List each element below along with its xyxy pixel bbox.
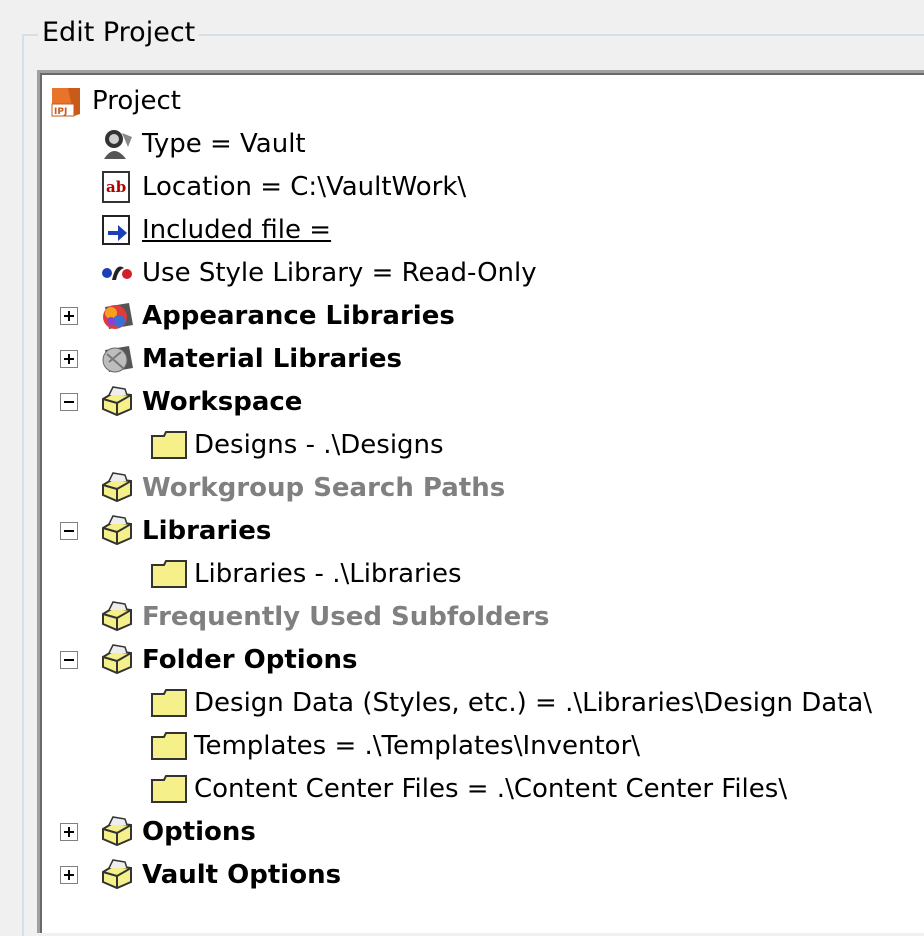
tree-node-label: Use Style Library = Read-Only bbox=[142, 258, 537, 288]
tree-node-label: Folder Options bbox=[142, 645, 358, 675]
expand-material-button[interactable] bbox=[60, 350, 78, 368]
folder-box-icon bbox=[98, 599, 136, 635]
tree-node-label: Content Center Files = .\Content Center … bbox=[194, 774, 788, 804]
folder-box-icon bbox=[98, 642, 136, 678]
tree-node-label: Frequently Used Subfolders bbox=[142, 602, 550, 632]
style-library-icon bbox=[98, 255, 136, 291]
svg-text:IPJ: IPJ bbox=[54, 107, 67, 117]
folder-icon bbox=[150, 685, 188, 721]
text-field-ab-icon: ab bbox=[98, 169, 136, 205]
folder-icon bbox=[150, 556, 188, 592]
tree-node-libraries-path[interactable]: Libraries - .\Libraries bbox=[150, 554, 462, 594]
tree-node-libraries[interactable]: Libraries bbox=[98, 511, 271, 551]
tree-node-workspace[interactable]: Workspace bbox=[98, 382, 302, 422]
tree-node-label: Templates = .\Templates\Inventor\ bbox=[194, 731, 641, 761]
tree-node-options[interactable]: Options bbox=[98, 812, 256, 852]
tree-node-included-file[interactable]: Included file = bbox=[98, 210, 331, 250]
tree-node-material-libraries[interactable]: Material Libraries bbox=[98, 339, 402, 379]
tree-node-label: Vault Options bbox=[142, 860, 342, 890]
tree-node-label: Options bbox=[142, 817, 256, 847]
tree-node-content-center[interactable]: Content Center Files = .\Content Center … bbox=[150, 769, 787, 809]
folder-box-icon bbox=[98, 814, 136, 850]
tree-node-label: Workspace bbox=[142, 387, 303, 417]
tree-node-label: Type = Vault bbox=[142, 129, 306, 159]
expand-options-button[interactable] bbox=[60, 823, 78, 841]
tree-node-label: Location = C:\VaultWork\ bbox=[142, 172, 467, 202]
folder-box-icon bbox=[98, 384, 136, 420]
tree-node-type[interactable]: Type = Vault bbox=[98, 124, 306, 164]
expand-vault-options-button[interactable] bbox=[60, 866, 78, 884]
tree-node-label: Libraries - .\Libraries bbox=[194, 559, 462, 589]
folder-icon bbox=[150, 728, 188, 764]
collapse-libraries-button[interactable] bbox=[60, 522, 78, 540]
folder-box-icon bbox=[98, 513, 136, 549]
tree-node-project[interactable]: IPJ Project bbox=[48, 81, 181, 121]
tree-node-designs[interactable]: Designs - .\Designs bbox=[150, 425, 444, 465]
tree-node-vault-options[interactable]: Vault Options bbox=[98, 855, 341, 895]
groupbox-title: Edit Project bbox=[38, 16, 200, 50]
tree-node-label: Designs - .\Designs bbox=[194, 430, 444, 460]
tree-node-folder-options[interactable]: Folder Options bbox=[98, 640, 358, 680]
ipj-project-icon: IPJ bbox=[48, 83, 86, 119]
tree-node-label: Project bbox=[92, 86, 181, 116]
expand-appearance-button[interactable] bbox=[60, 307, 78, 325]
folder-icon bbox=[150, 771, 188, 807]
tree-node-label: Workgroup Search Paths bbox=[142, 473, 506, 503]
tree-node-label: Included file = bbox=[142, 215, 332, 245]
appearance-sphere-icon bbox=[98, 298, 136, 334]
tree-node-workgroup-search-paths[interactable]: Workgroup Search Paths bbox=[98, 468, 505, 508]
tree-node-style-library[interactable]: Use Style Library = Read-Only bbox=[98, 253, 537, 293]
project-tree[interactable]: IPJ Project Type = Vault ab Location = C… bbox=[37, 70, 924, 933]
collapse-workspace-button[interactable] bbox=[60, 393, 78, 411]
collapse-folder-options-button[interactable] bbox=[60, 651, 78, 669]
folder-box-icon bbox=[98, 857, 136, 893]
tree-node-design-data[interactable]: Design Data (Styles, etc.) = .\Libraries… bbox=[150, 683, 872, 723]
tree-node-label: Material Libraries bbox=[142, 344, 403, 374]
tree-node-label: Appearance Libraries bbox=[142, 301, 455, 331]
folder-box-icon bbox=[98, 470, 136, 506]
tree-node-label: Design Data (Styles, etc.) = .\Libraries… bbox=[194, 688, 873, 718]
tree-node-label: Libraries bbox=[142, 516, 272, 546]
vault-user-icon bbox=[98, 126, 136, 162]
tree-node-appearance-libraries[interactable]: Appearance Libraries bbox=[98, 296, 455, 336]
tree-node-frequently-used[interactable]: Frequently Used Subfolders bbox=[98, 597, 550, 637]
tree-node-location[interactable]: ab Location = C:\VaultWork\ bbox=[98, 167, 466, 207]
folder-icon bbox=[150, 427, 188, 463]
svg-text:ab: ab bbox=[106, 178, 126, 196]
material-sphere-icon bbox=[98, 341, 136, 377]
tree-node-templates[interactable]: Templates = .\Templates\Inventor\ bbox=[150, 726, 640, 766]
included-file-icon bbox=[98, 212, 136, 248]
